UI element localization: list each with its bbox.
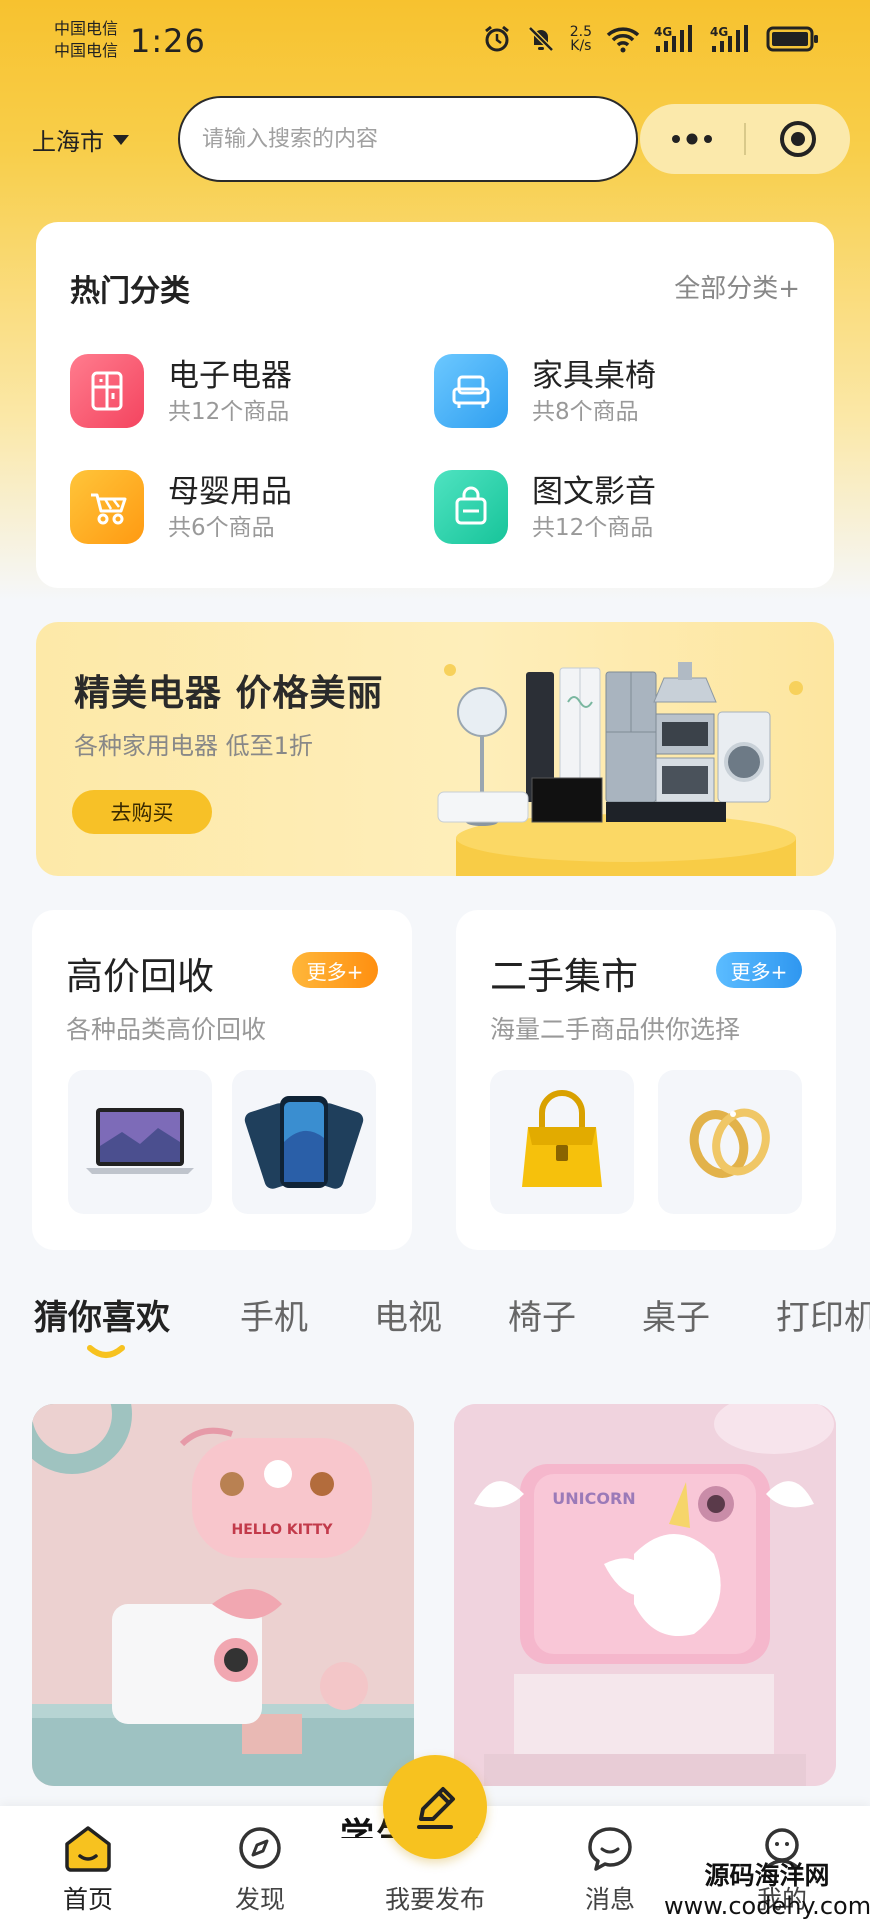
buy-now-button[interactable]: 去购买 bbox=[72, 790, 212, 834]
category-count: 共6个商品 bbox=[168, 515, 275, 541]
category-name: 母婴用品 bbox=[168, 474, 292, 510]
more-dots-icon bbox=[672, 133, 712, 145]
close-miniprogram-button[interactable] bbox=[746, 104, 850, 174]
product-card[interactable]: HELLO KITTY bbox=[32, 1404, 414, 1786]
status-bar: 中国电信 中国电信 1:26 2.5 K/s 4G 4G bbox=[0, 0, 870, 88]
miniprogram-capsule bbox=[640, 104, 850, 174]
recycle-more-button[interactable]: 更多+ bbox=[292, 952, 378, 988]
stroller-icon bbox=[70, 470, 144, 544]
search-input[interactable] bbox=[202, 126, 636, 152]
search-box[interactable] bbox=[178, 96, 638, 182]
all-categories-link[interactable]: 全部分类+ bbox=[674, 268, 800, 305]
category-name: 家具桌椅 bbox=[532, 358, 656, 394]
net-speed-value: 2.5 bbox=[569, 24, 592, 40]
pencil-icon bbox=[417, 1787, 455, 1829]
category-count: 共8个商品 bbox=[532, 399, 639, 425]
categories-title: 热门分类 bbox=[70, 274, 190, 309]
net-speed-unit: K/s bbox=[570, 38, 592, 54]
tab-printer[interactable]: 打印机 bbox=[776, 1290, 870, 1339]
tab-chair[interactable]: 椅子 bbox=[508, 1290, 576, 1339]
compass-icon bbox=[237, 1820, 283, 1876]
tab-guess-you-like[interactable]: 猜你喜欢 bbox=[34, 1290, 170, 1339]
fridge-icon bbox=[70, 354, 144, 428]
hot-categories-card: 热门分类 全部分类+ 电子电器 共12个商品 家具桌椅 共8个商品 母婴用品 共… bbox=[36, 222, 834, 588]
carrier-2: 中国电信 bbox=[54, 41, 119, 60]
city-label: 上海市 bbox=[32, 128, 104, 156]
carrier-labels: 中国电信 中国电信 bbox=[54, 18, 118, 62]
signal-icon-1: 4G bbox=[654, 25, 692, 52]
mute-bell-icon bbox=[527, 26, 554, 52]
appliances-illustration bbox=[437, 662, 803, 876]
nav-label: 发现 bbox=[234, 1885, 285, 1914]
banner-subtitle: 各种家用电器 低至1折 bbox=[74, 732, 313, 760]
tab-table[interactable]: 桌子 bbox=[642, 1290, 710, 1339]
category-media[interactable]: 图文影音 共12个商品 bbox=[434, 466, 774, 546]
svg-text:4G: 4G bbox=[710, 25, 728, 39]
category-baby[interactable]: 母婴用品 共6个商品 bbox=[70, 466, 410, 546]
recycle-subtitle: 各种品类高价回收 bbox=[66, 1015, 267, 1044]
recycle-title: 高价回收 bbox=[66, 955, 214, 998]
handbag-thumbnail[interactable] bbox=[490, 1070, 634, 1214]
tab-phone[interactable]: 手机 bbox=[240, 1290, 308, 1339]
market-title: 二手集市 bbox=[490, 955, 638, 998]
category-name: 图文影音 bbox=[532, 474, 656, 510]
net-speed: 2.5 K/s bbox=[570, 25, 592, 53]
tab-tv[interactable]: 电视 bbox=[374, 1290, 442, 1339]
status-time: 1:26 bbox=[130, 22, 206, 60]
nav-label: 首页 bbox=[62, 1885, 113, 1914]
category-name: 电子电器 bbox=[168, 358, 292, 394]
watermark-line-2: www.codehy.com bbox=[664, 1892, 870, 1920]
kitty-camera-image: HELLO KITTY bbox=[32, 1404, 414, 1786]
sticker-text: HELLO KITTY bbox=[231, 1522, 333, 1538]
active-tab-indicator bbox=[87, 1345, 125, 1358]
nav-label: 我要发布 bbox=[384, 1885, 485, 1914]
category-furniture[interactable]: 家具桌椅 共8个商品 bbox=[434, 350, 774, 430]
watermark-line-1: 源码海洋网 bbox=[704, 1861, 830, 1890]
category-count: 共12个商品 bbox=[168, 399, 290, 425]
caret-down-icon bbox=[113, 134, 129, 145]
home-icon bbox=[63, 1820, 113, 1876]
recycle-card[interactable]: 高价回收 更多+ 各种品类高价回收 bbox=[32, 910, 412, 1250]
target-circle-icon bbox=[780, 121, 816, 157]
banner-title: 精美电器 价格美丽 bbox=[74, 673, 384, 714]
carrier-1: 中国电信 bbox=[54, 19, 119, 38]
nav-home[interactable]: 首页 bbox=[18, 1806, 158, 1920]
market-more-button[interactable]: 更多+ bbox=[716, 952, 802, 988]
laptop-image bbox=[86, 1108, 194, 1174]
category-count: 共12个商品 bbox=[532, 515, 654, 541]
wifi-icon bbox=[606, 27, 640, 53]
nav-discover[interactable]: 发现 bbox=[190, 1806, 330, 1920]
phones-thumbnail[interactable] bbox=[232, 1070, 376, 1214]
alarm-icon bbox=[484, 25, 509, 52]
signal-icon-2: 4G bbox=[710, 25, 748, 52]
market-subtitle: 海量二手商品供你选择 bbox=[490, 1015, 741, 1044]
nav-label: 消息 bbox=[584, 1885, 635, 1914]
battery-icon bbox=[766, 26, 818, 52]
product-card[interactable]: UNICORN bbox=[454, 1404, 836, 1786]
promo-banner[interactable]: 精美电器 价格美丽 各种家用电器 低至1折 去购买 bbox=[36, 622, 834, 876]
sofa-icon bbox=[434, 354, 508, 428]
bag-icon bbox=[434, 470, 508, 544]
message-icon bbox=[586, 1820, 634, 1876]
phones-image bbox=[244, 1096, 364, 1189]
more-menu-button[interactable] bbox=[640, 104, 744, 174]
status-icons: 2.5 K/s 4G 4G bbox=[482, 24, 820, 54]
publish-button[interactable] bbox=[383, 1755, 487, 1859]
unicorn-camera-image: UNICORN bbox=[454, 1404, 836, 1786]
handbag-image bbox=[522, 1090, 602, 1187]
ring-thumbnail[interactable] bbox=[658, 1070, 802, 1214]
laptop-thumbnail[interactable] bbox=[68, 1070, 212, 1214]
svg-text:4G: 4G bbox=[654, 25, 672, 39]
top-header: 上海市 bbox=[0, 96, 870, 182]
city-selector[interactable]: 上海市 bbox=[32, 122, 130, 157]
category-electronics[interactable]: 电子电器 共12个商品 bbox=[70, 350, 410, 430]
watermark: 源码海洋网 www.codehy.com bbox=[664, 1856, 870, 1920]
sticker-text: UNICORN bbox=[552, 1489, 635, 1508]
category-tabs: 猜你喜欢 手机 电视 椅子 桌子 打印机 bbox=[34, 1290, 870, 1370]
rings-image bbox=[689, 1108, 770, 1178]
secondhand-market-card[interactable]: 二手集市 更多+ 海量二手商品供你选择 bbox=[456, 910, 836, 1250]
